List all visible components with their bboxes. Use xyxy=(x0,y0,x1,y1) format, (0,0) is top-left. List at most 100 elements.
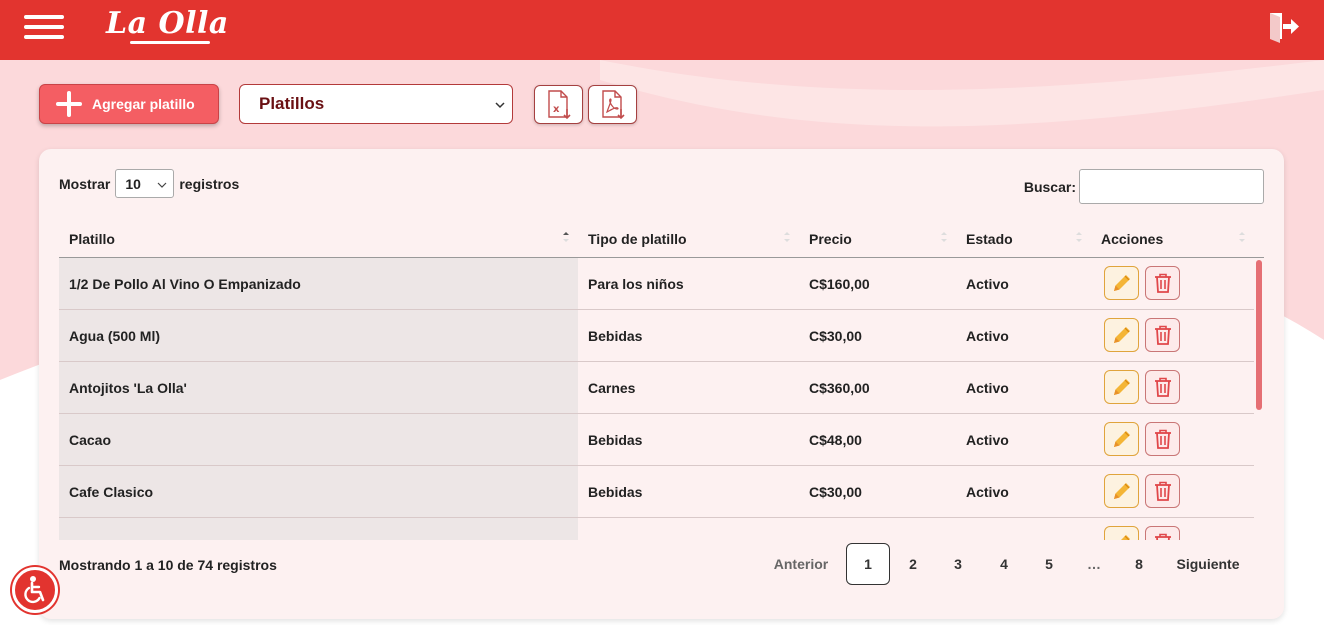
cell-tipo: Bebidas xyxy=(578,466,799,517)
cell-estado xyxy=(956,518,1091,540)
table-row: Cacao Bebidas C$48,00 Activo xyxy=(59,414,1254,466)
column-header-tipo[interactable]: Tipo de platillo xyxy=(578,219,799,258)
accessibility-button[interactable] xyxy=(12,567,58,613)
delete-button[interactable] xyxy=(1145,422,1180,456)
column-header-platillo[interactable]: Platillo xyxy=(59,219,578,258)
cell-text: Activo xyxy=(966,275,1009,292)
pencil-icon xyxy=(1113,327,1130,343)
cell-acciones xyxy=(1091,310,1254,361)
chevron-down-icon xyxy=(495,102,505,109)
search-input[interactable] xyxy=(1079,169,1264,204)
cell-text: Activo xyxy=(966,379,1009,396)
column-header-precio[interactable]: Precio xyxy=(799,219,956,258)
cell-text: C$160,00 xyxy=(809,275,870,292)
dishes-table: Platillo Tipo de platillo Precio Estado … xyxy=(59,219,1264,540)
cell-text: Bebidas xyxy=(588,327,643,344)
cell-estado: Activo xyxy=(956,466,1091,517)
edit-button[interactable] xyxy=(1104,318,1139,352)
delete-button[interactable] xyxy=(1145,370,1180,404)
cell-platillo: Cafe Clasico xyxy=(59,466,578,517)
sort-icon xyxy=(1239,232,1245,242)
column-header-label: Platillo xyxy=(69,230,115,247)
page-length-select[interactable]: 10 xyxy=(115,169,175,198)
cell-text: Bebidas xyxy=(588,431,643,448)
sort-icon xyxy=(784,232,790,242)
cell-estado: Activo xyxy=(956,310,1091,361)
records-label: registros xyxy=(179,175,240,192)
pagination-page-2[interactable]: 2 xyxy=(891,543,935,585)
wheelchair-icon xyxy=(24,576,45,604)
export-excel-button[interactable]: x xyxy=(534,85,583,124)
cell-text: Para los niños xyxy=(588,275,684,292)
pagination-page-1[interactable]: 1 xyxy=(846,543,890,585)
edit-button[interactable] xyxy=(1104,526,1139,540)
edit-button[interactable] xyxy=(1104,474,1139,508)
delete-button[interactable] xyxy=(1145,526,1180,540)
cell-precio xyxy=(799,518,956,540)
table-row: Cafe Clasico Bebidas C$30,00 Activo xyxy=(59,466,1254,518)
column-header-label: Estado xyxy=(966,230,1013,247)
category-select[interactable]: Platillos xyxy=(239,84,513,124)
cell-text: C$30,00 xyxy=(809,327,862,344)
category-select-value: Platillos xyxy=(259,94,325,113)
pagination-page-3[interactable]: 3 xyxy=(936,543,980,585)
export-pdf-button[interactable] xyxy=(588,85,637,124)
scrollbar-thumb[interactable] xyxy=(1256,260,1262,410)
table-header: Platillo Tipo de platillo Precio Estado … xyxy=(59,219,1264,258)
app-logo: La Olla xyxy=(106,6,229,41)
cell-tipo xyxy=(578,518,799,540)
pencil-icon xyxy=(1113,275,1130,291)
logout-icon[interactable] xyxy=(1266,8,1302,44)
cell-text: Carnes xyxy=(588,379,636,396)
edit-button[interactable] xyxy=(1104,370,1139,404)
cell-platillo: Antojitos 'La Olla' xyxy=(59,362,578,413)
add-dish-label: Agregar platillo xyxy=(92,96,195,112)
cell-acciones xyxy=(1091,466,1254,517)
pagination-ellipsis: … xyxy=(1087,556,1101,572)
cell-text: 1/2 De Pollo Al Vino O Empanizado xyxy=(69,275,301,292)
pagination-page-8[interactable]: 8 xyxy=(1117,543,1161,585)
delete-button[interactable] xyxy=(1145,266,1180,300)
table-scrollbar[interactable] xyxy=(1254,258,1264,540)
trash-icon xyxy=(1154,533,1171,540)
column-header-acciones[interactable]: Acciones xyxy=(1091,219,1254,258)
pdf-file-icon xyxy=(601,89,625,119)
column-header-label: Precio xyxy=(809,230,852,247)
cell-text: C$48,00 xyxy=(809,431,862,448)
trash-icon xyxy=(1154,273,1171,293)
cell-precio: C$48,00 xyxy=(799,414,956,465)
table-row: Agua (500 Ml) Bebidas C$30,00 Activo xyxy=(59,310,1254,362)
cell-platillo: Agua (500 Ml) xyxy=(59,310,578,361)
page-length-value: 10 xyxy=(125,175,141,192)
cell-text: Cacao xyxy=(69,431,112,448)
pagination-page-4[interactable]: 4 xyxy=(982,543,1026,585)
cell-text: Antojitos 'La Olla' xyxy=(69,379,187,396)
cell-acciones xyxy=(1091,362,1254,413)
pagination-page-5[interactable]: 5 xyxy=(1027,543,1071,585)
edit-button[interactable] xyxy=(1104,422,1139,456)
cell-text: Activo xyxy=(966,483,1009,500)
toolbar: Agregar platillo Platillos x xyxy=(0,60,1324,140)
pagination-next[interactable]: Siguiente xyxy=(1167,543,1249,585)
sort-icon xyxy=(941,232,947,242)
cell-text: C$30,00 xyxy=(809,483,862,500)
add-dish-button[interactable]: Agregar platillo xyxy=(39,84,219,124)
column-header-estado[interactable]: Estado xyxy=(956,219,1091,258)
cell-text: Agua (500 Ml) xyxy=(69,327,161,344)
cell-acciones xyxy=(1091,414,1254,465)
cell-precio: C$30,00 xyxy=(799,310,956,361)
table-row: Antojitos 'La Olla' Carnes C$360,00 Activo xyxy=(59,362,1254,414)
edit-button[interactable] xyxy=(1104,266,1139,300)
cell-text: Cafe Clasico xyxy=(69,483,154,500)
pagination-previous[interactable]: Anterior xyxy=(757,543,845,585)
page-length-control: Mostrar 10 registros xyxy=(59,169,239,198)
show-label: Mostrar xyxy=(59,175,111,192)
hamburger-icon[interactable] xyxy=(24,15,64,39)
delete-button[interactable] xyxy=(1145,318,1180,352)
delete-button[interactable] xyxy=(1145,474,1180,508)
logo-underline xyxy=(130,41,210,44)
cell-text: Activo xyxy=(966,431,1009,448)
excel-file-icon: x xyxy=(547,89,571,119)
pencil-icon xyxy=(1113,431,1130,447)
column-header-label: Acciones xyxy=(1101,230,1164,247)
